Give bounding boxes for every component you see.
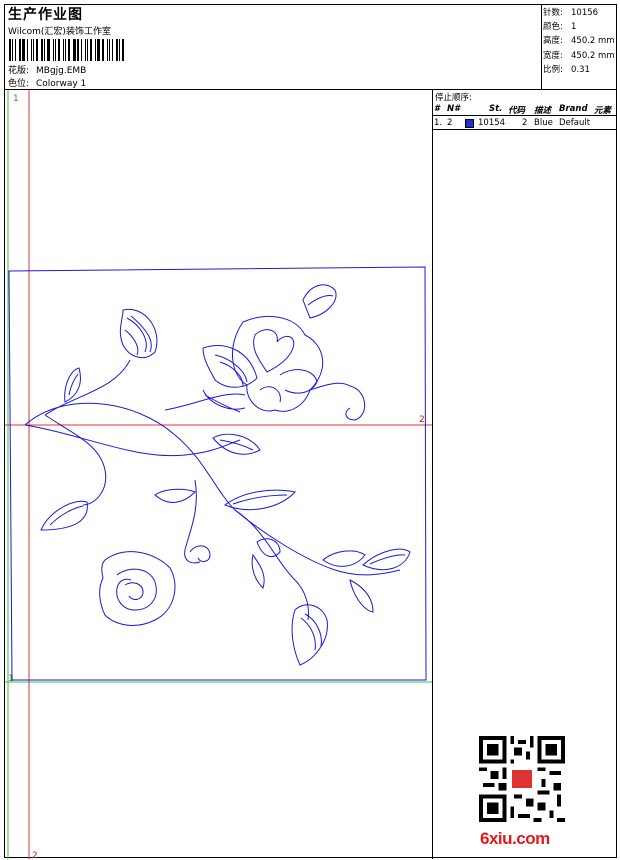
qr-logo-icon (510, 768, 534, 790)
rose-center (124, 582, 144, 600)
col-element: 元素 (594, 106, 612, 116)
flower-tendril (309, 382, 365, 421)
color-swatch (465, 119, 474, 128)
colorway-label: 色位: (8, 79, 30, 89)
stop-row: 1. 2 10154 2 Blue Default (433, 117, 616, 130)
pattern-line: 花版: MBgjg.EMB (8, 63, 86, 76)
flower-left-petal (202, 345, 258, 388)
col-code: 代码 (508, 106, 526, 116)
header-info: 生产作业图 Wilcom(汇宏)装饰工作室 花版: MBgjg.EMB 色位: Co… (5, 5, 542, 89)
bud-top (119, 308, 158, 359)
design-stats: 针数: 10156 颜色: 1 高度: 450.2 mm 宽度: 450.2 mm 比例… (543, 6, 615, 77)
leaf-mid-center (154, 488, 196, 503)
marker-bottom-left: 1 (8, 674, 14, 684)
marker-bottom-axis: 2 (32, 851, 38, 859)
leaf-right-hanging (251, 553, 265, 589)
row-description: Blue (534, 118, 553, 128)
flower-heart (253, 329, 295, 373)
lower-stem (44, 414, 107, 506)
company-name: Wilcom(汇宏)装饰工作室 (8, 27, 111, 37)
leaf-right-pendant (349, 579, 374, 613)
leaf-small-left (64, 367, 81, 403)
leaf-right-small (256, 538, 281, 558)
leaf-mid-right (212, 433, 261, 455)
stat-scale: 比例: 0.31 (543, 64, 590, 75)
barcode-image (9, 39, 127, 61)
leaf-right-large (223, 489, 296, 511)
rose-spiral (116, 568, 157, 611)
marker-right: 2 (419, 415, 425, 425)
curl (189, 545, 211, 563)
stat-colors: 颜色: 1 (543, 22, 577, 33)
cross-stem (24, 424, 241, 457)
floral-motif (24, 284, 411, 666)
main-stem (24, 402, 401, 576)
rose-outer (99, 551, 176, 626)
marker-top-left: 1 (13, 94, 19, 104)
production-sheet: 生产作业图 Wilcom(汇宏)装饰工作室 花版: MBgjg.EMB 色位: Co… (4, 4, 617, 859)
leaf-stem (234, 509, 309, 621)
stat-stitches: 针数: 10156 (543, 8, 599, 18)
row-brand: Default (559, 118, 591, 128)
row-stitches: 10154 (478, 118, 506, 128)
curl-stem (184, 479, 201, 564)
col-brand: Brand (559, 104, 588, 114)
page-title: 生产作业图 (8, 7, 83, 23)
design-frame (8, 266, 427, 681)
flower-outer (231, 315, 324, 412)
row-index: 1. (434, 118, 443, 128)
header: 生产作业图 Wilcom(汇宏)装饰工作室 花版: MBgjg.EMB 色位: Co… (5, 5, 616, 90)
bud-top-fill (124, 315, 152, 356)
leaf-bottom (291, 604, 328, 666)
pattern-label: 花版: (8, 66, 30, 76)
colorway-value: Colorway 1 (36, 79, 87, 89)
col-stitches: St. (489, 104, 503, 114)
embroidery-drawing: 1 2 1 2 (5, 90, 432, 859)
stat-height: 高度: 450.2 mm (543, 36, 615, 47)
leaf-far-right-upper (322, 550, 366, 567)
flower-lower-petal (202, 389, 246, 413)
col-needle: N# (447, 104, 461, 114)
watermark-site: 6xiu.com (480, 829, 550, 848)
stop-sequence-title: 停止顺序: (435, 93, 472, 103)
flower-stem (164, 393, 246, 411)
leaf-far-right (362, 548, 411, 570)
leaf-lower-left (40, 500, 88, 531)
colorway-line: 色位: Colorway 1 (8, 76, 86, 89)
design-preview: 1 2 1 2 (5, 90, 432, 859)
pattern-value: MBgjg.EMB (36, 66, 87, 76)
row-needle: 2 (447, 118, 453, 128)
col-description: 描述 (534, 106, 552, 116)
stat-width: 宽度: 450.2 mm (543, 50, 615, 61)
flower-petals (259, 369, 318, 403)
flower-bud-top (302, 284, 337, 319)
stop-sequence-header: # N# St. 代码 描述 Brand 元素 (433, 103, 616, 116)
row-code: 2 (522, 118, 528, 128)
col-index: # (434, 104, 440, 114)
